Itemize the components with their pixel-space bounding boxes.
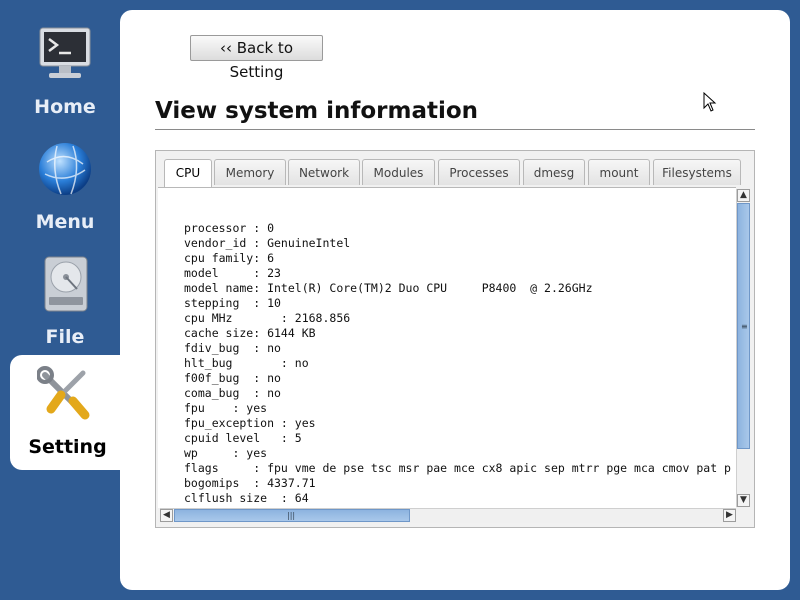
tab-filesystems[interactable]: Filesystems [653,159,741,185]
tab-processes[interactable]: Processes [438,159,520,185]
sidebar-item-label: File [45,326,85,348]
hard-drive-icon [44,256,88,312]
tab-modules[interactable]: Modules [362,159,435,185]
grip-icon: ≡ [741,322,748,331]
tab-network[interactable]: Network [288,159,360,185]
horizontal-scroll-thumb[interactable]: ||| [174,509,410,522]
tab-dmesg[interactable]: dmesg [523,159,585,185]
title-divider [155,129,755,130]
scroll-up-icon[interactable]: ▲ [737,189,750,202]
terminal-icon [39,27,91,78]
cpu-info-text: processor : 0 vendor_id : GenuineIntel c… [184,221,731,505]
tab-memory[interactable]: Memory [214,159,286,185]
globe-icon [39,143,91,195]
mouse-cursor-icon [703,92,717,112]
vertical-scrollbar[interactable]: ▲ ≡ ▼ [736,189,750,507]
sidebar-item-label: Setting [28,436,107,458]
sidebar-item-menu[interactable]: Menu [10,130,120,245]
tab-panel: CPU Memory Network Modules Processes dme… [155,150,755,528]
tab-cpu[interactable]: CPU [164,159,212,188]
sidebar-item-label: Menu [35,211,95,233]
sidebar-item-home[interactable]: Home [10,15,120,130]
vertical-scroll-thumb[interactable]: ≡ [737,203,750,449]
sidebar-item-label: Home [34,96,96,118]
scroll-down-icon[interactable]: ▼ [737,494,750,507]
cpu-info-text-area[interactable]: processor : 0 vendor_id : GenuineIntel c… [158,187,736,508]
scroll-right-icon[interactable]: ▶ [723,509,736,522]
scroll-left-icon[interactable]: ◀ [160,509,173,522]
sidebar-item-file[interactable]: File [10,245,120,360]
tools-icon [37,366,90,420]
main-panel: ‹‹ Back to Setting View system informati… [120,10,790,590]
grip-icon: ||| [287,511,296,520]
tab-mount[interactable]: mount [588,159,650,185]
horizontal-scrollbar[interactable]: ◀ ||| ▶ [160,508,736,523]
back-to-setting-button[interactable]: ‹‹ Back to Setting [190,35,323,81]
page-title: View system information [155,98,479,124]
sidebar-item-setting[interactable]: Setting [10,355,125,470]
